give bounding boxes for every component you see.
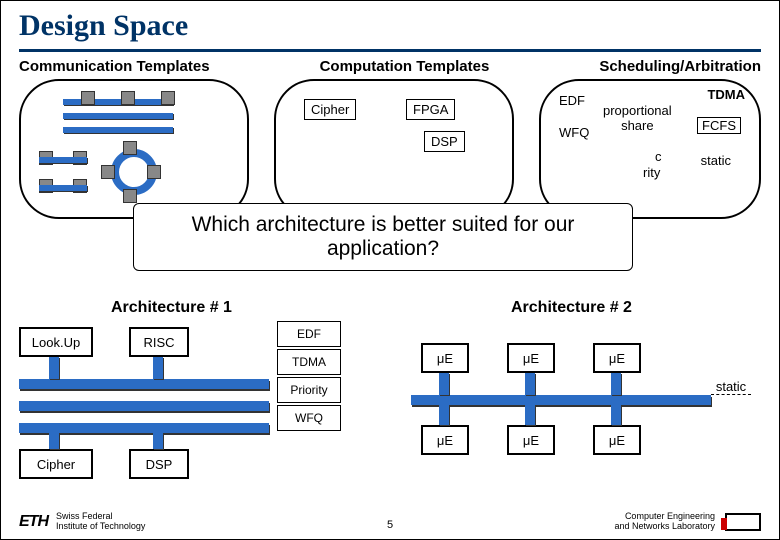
- architecture-1: Look.Up RISC Cipher DSP EDF TDMA Priorit…: [19, 321, 389, 491]
- stub-icon: [49, 357, 59, 379]
- node-icon: [147, 165, 161, 179]
- slide: Design Space Communication Templates Com…: [0, 0, 780, 540]
- box-me: μE: [593, 425, 641, 455]
- box-me: μE: [421, 343, 469, 373]
- col-comp: Computation Templates: [320, 58, 490, 75]
- bus-arch2: [411, 395, 711, 405]
- box-lookup: Look.Up: [19, 327, 93, 357]
- label-tdma: TDMA: [707, 87, 745, 102]
- chip-fpga: FPGA: [406, 99, 455, 120]
- eth-logo: ETH: [19, 513, 48, 531]
- label-static: static: [711, 379, 751, 395]
- stub-icon: [611, 373, 621, 395]
- footer-left: ETH Swiss Federal Institute of Technolog…: [19, 512, 145, 532]
- bus-icon: [63, 113, 173, 119]
- sched-priority: Priority: [277, 377, 341, 403]
- stub-icon: [153, 433, 163, 449]
- box-risc: RISC: [129, 327, 189, 357]
- stub-icon: [525, 373, 535, 395]
- col-comm: Communication Templates: [19, 58, 210, 75]
- node-icon: [101, 165, 115, 179]
- column-headers: Communication Templates Computation Temp…: [1, 52, 779, 75]
- label-wfq: WFQ: [559, 125, 589, 140]
- architecture-2: μE μE μE μE μE μE static: [411, 321, 761, 491]
- network-glyphs: [33, 91, 239, 211]
- tik-logo: [725, 513, 761, 531]
- chip-cipher: Cipher: [304, 99, 356, 120]
- question-overlay: Which architecture is better suited for …: [133, 203, 633, 271]
- stub-icon: [439, 405, 449, 425]
- label-dynpri-a: c: [655, 149, 662, 164]
- stub-icon: [153, 357, 163, 379]
- sched-edf: EDF: [277, 321, 341, 347]
- label-proportional-share: proportional share: [603, 103, 672, 133]
- footer-right: Computer Engineering and Networks Labora…: [614, 512, 761, 532]
- sched-stack: EDF TDMA Priority WFQ: [277, 321, 341, 433]
- stub-icon: [49, 433, 59, 449]
- node-icon: [123, 141, 137, 155]
- label-fcfs: FCFS: [697, 117, 741, 134]
- bubble-communication: [19, 79, 249, 219]
- col-sched: Scheduling/Arbitration: [599, 58, 761, 75]
- bus-icon: [63, 127, 173, 133]
- box-dsp: DSP: [129, 449, 189, 479]
- bubble-scheduling: EDF TDMA proportional share WFQ FCFS sta…: [539, 79, 761, 219]
- bus-mid: [19, 401, 269, 411]
- box-cipher: Cipher: [19, 449, 93, 479]
- box-me: μE: [507, 343, 555, 373]
- label-edf: EDF: [559, 93, 585, 108]
- bus-bot: [19, 423, 269, 433]
- node-icon: [123, 189, 137, 203]
- bus-icon: [63, 99, 173, 105]
- chip-dsp: DSP: [424, 131, 465, 152]
- arch2-heading: Architecture # 2: [511, 299, 632, 317]
- box-me: μE: [593, 343, 641, 373]
- node-icon: [161, 91, 175, 105]
- sched-tdma: TDMA: [277, 349, 341, 375]
- bus-icon: [39, 185, 87, 191]
- box-me: μE: [421, 425, 469, 455]
- page-number: 5: [387, 519, 393, 531]
- node-icon: [121, 91, 135, 105]
- footer-institute: Swiss Federal Institute of Technology: [56, 512, 145, 532]
- node-icon: [81, 91, 95, 105]
- stub-icon: [611, 405, 621, 425]
- stub-icon: [525, 405, 535, 425]
- label-dynpri-b: rity: [643, 165, 660, 180]
- stub-icon: [439, 373, 449, 395]
- label-static: static: [701, 153, 731, 168]
- bus-icon: [39, 157, 87, 163]
- box-me: μE: [507, 425, 555, 455]
- bubble-computation: Cipher FPGA DSP: [274, 79, 514, 219]
- question-text: Which architecture is better suited for …: [134, 213, 632, 261]
- footer-lab: Computer Engineering and Networks Labora…: [614, 512, 715, 532]
- bus-top: [19, 379, 269, 389]
- page-title: Design Space: [1, 1, 779, 45]
- arch1-heading: Architecture # 1: [111, 299, 232, 317]
- sched-wfq: WFQ: [277, 405, 341, 431]
